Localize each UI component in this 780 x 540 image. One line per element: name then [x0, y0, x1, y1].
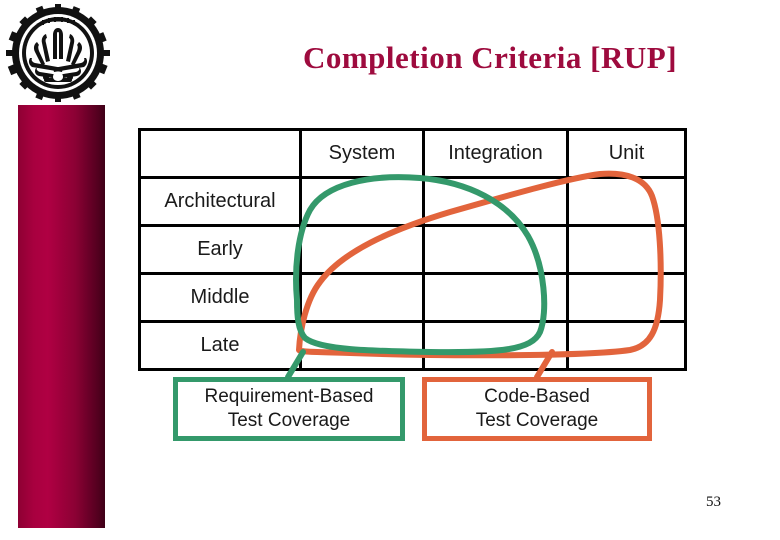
cell-middle-integration: [422, 272, 569, 323]
requirement-based-callout-text: Requirement-Based Test Coverage: [205, 385, 374, 433]
cell-middle-system: [299, 272, 425, 323]
cell-architectural-integration: [422, 176, 569, 227]
sidebar-accent-bar: [18, 105, 105, 528]
table-row: Architectural: [138, 176, 687, 227]
sharif-university-gear-logo: [6, 4, 110, 102]
cell-middle-unit: [566, 272, 687, 323]
cell-late-unit: [566, 320, 687, 371]
cell-early-unit: [566, 224, 687, 275]
header-cell-integration: Integration: [422, 128, 569, 179]
cell-early-system: [299, 224, 425, 275]
page-title: Completion Criteria [RUP]: [302, 40, 678, 75]
completion-criteria-matrix: System Integration Unit Architectural Ea…: [138, 128, 687, 371]
header-cell-system: System: [299, 128, 425, 179]
row-label-architectural: Architectural: [138, 176, 302, 227]
header-cell-unit: Unit: [566, 128, 687, 179]
code-based-test-coverage-callout: Code-Based Test Coverage: [422, 377, 652, 441]
requirement-based-test-coverage-callout: Requirement-Based Test Coverage: [173, 377, 405, 441]
row-label-late: Late: [138, 320, 302, 371]
row-label-early: Early: [138, 224, 302, 275]
header-cell-corner: [138, 128, 302, 179]
code-based-label-line2: Test Coverage: [475, 410, 599, 431]
table-header-row: System Integration Unit: [138, 128, 687, 179]
cell-architectural-system: [299, 176, 425, 227]
table-row: Late: [138, 320, 687, 371]
code-based-callout-text: Code-Based Test Coverage: [476, 385, 599, 433]
cell-late-system: [299, 320, 425, 371]
table-row: Early: [138, 224, 687, 275]
page-number: 53: [706, 494, 721, 510]
cell-late-integration: [422, 320, 569, 371]
requirement-based-label-line1: Requirement-Based: [204, 386, 374, 408]
requirement-based-label-line2: Test Coverage: [227, 410, 351, 431]
cell-early-integration: [422, 224, 569, 275]
cell-architectural-unit: [566, 176, 687, 227]
row-label-middle: Middle: [138, 272, 302, 323]
table-row: Middle: [138, 272, 687, 323]
slide-canvas: Completion Criteria [RUP] System Integra…: [0, 0, 780, 540]
code-based-label-line1: Code-Based: [484, 386, 590, 408]
